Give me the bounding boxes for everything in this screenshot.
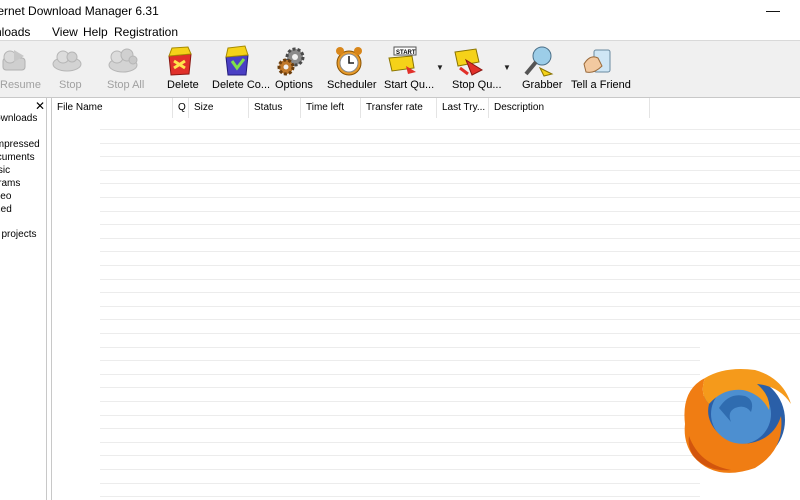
delete-label: Delete [167,79,199,91]
stop-queue-dropdown-icon[interactable]: ▼ [503,63,511,72]
menu-downloads[interactable]: Downloads [0,25,30,39]
window-title: Internet Download Manager 6.31 [0,4,159,18]
column-status[interactable]: Status [249,98,301,118]
resume-icon [2,50,26,71]
options-button[interactable]: Options [272,41,314,98]
grid-line [100,387,700,388]
grid-line [100,238,800,239]
category-documents[interactable]: Documents [0,152,35,163]
categories-panel: ✕ All Downloads Compressed Documents Mus… [0,98,47,500]
column-file-name[interactable]: File Name [52,98,173,118]
grid-line [100,224,800,225]
options-label: Options [275,79,313,91]
stop-queue-label: Stop Qu... [452,79,502,91]
grid-line [100,265,800,266]
scheduler-button[interactable]: Scheduler [324,41,377,98]
column-description[interactable]: Description [489,98,650,118]
delete-icon [168,46,192,76]
grabber-label: Grabber [522,79,563,91]
stop-queue-button[interactable]: Stop Qu... ▼ [448,41,512,98]
grid-line [100,211,800,212]
grid-line [100,170,800,171]
stop-label: Stop [59,79,82,91]
category-music[interactable]: Music [0,165,10,176]
grid-line [100,156,800,157]
table-header: File Name Q Size Status Time left Transf… [52,98,652,118]
grid-line [100,360,700,361]
toolbar: Resume Stop Stop All Delete Delete Co...… [0,41,800,98]
firefox-logo-icon [684,369,791,473]
resume-button[interactable]: Resume [0,41,41,98]
grid-line [100,143,800,144]
column-size[interactable]: Size [189,98,249,118]
minimize-button[interactable]: — [766,0,780,20]
grid-line [100,496,700,497]
grid-line [100,442,700,443]
grabber-icon [524,46,554,77]
grid-line [100,483,700,484]
grid-line [100,415,700,416]
grid-line [100,292,800,293]
grid-line [100,333,800,334]
grid-line [100,319,800,320]
column-q[interactable]: Q [173,98,189,118]
menu-bar: Downloads View Help Registration [0,24,800,41]
start-queue-icon: START [388,46,417,74]
grid-line [100,197,800,198]
menu-view[interactable]: View [52,25,78,39]
column-time-left[interactable]: Time left [301,98,361,118]
alarm-clock-icon [336,47,362,76]
menu-registration[interactable]: Registration [114,25,178,39]
delete-completed-label: Delete Co... [212,79,271,91]
grid-line [100,428,700,429]
category-programs[interactable]: Programs [0,178,20,189]
grabber-button[interactable]: Grabber [518,41,562,98]
grid-line [100,401,700,402]
menu-help[interactable]: Help [83,25,108,39]
grid-line [100,251,800,252]
grid-line [100,455,700,456]
close-panel-icon[interactable]: ✕ [35,99,45,113]
grid-line [100,129,800,130]
start-queue-dropdown-icon[interactable]: ▼ [436,63,444,72]
delete-button[interactable]: Delete [160,41,202,98]
stop-button[interactable]: Stop [48,41,90,98]
delete-completed-icon [225,45,249,76]
stop-all-button[interactable]: Stop All [102,41,150,98]
stop-icon [52,50,82,72]
grid-line [100,183,800,184]
grid-line [100,469,700,470]
category-finished[interactable]: Finished [0,204,12,215]
title-bar: Internet Download Manager 6.31 — [0,0,800,24]
resume-label: Resume [0,79,41,91]
delete-completed-button[interactable]: Delete Co... [208,41,270,98]
scheduler-label: Scheduler [327,79,377,91]
category-grabber-projects[interactable]: Grabber projects [0,229,36,240]
svg-text:START: START [396,50,416,56]
grid-line [100,374,700,375]
stop-all-icon [108,48,138,73]
start-queue-label: Start Qu... [384,79,435,91]
stop-queue-icon [454,48,484,76]
column-last-try[interactable]: Last Try... [437,98,489,118]
stop-all-label: Stop All [107,79,145,91]
grid-line [100,306,800,307]
gear-icon [277,47,305,76]
category-all-downloads[interactable]: All Downloads [0,113,37,124]
tell-a-friend-icon [583,49,611,73]
grid-line [100,347,700,348]
tell-a-friend-label: Tell a Friend [571,79,631,91]
category-video[interactable]: Video [0,191,11,202]
grid-line [100,279,800,280]
category-compressed[interactable]: Compressed [0,139,40,150]
column-transfer-rate[interactable]: Transfer rate [361,98,437,118]
start-queue-button[interactable]: START Start Qu... ▼ [382,41,444,98]
tell-a-friend-button[interactable]: Tell a Friend [570,41,631,98]
